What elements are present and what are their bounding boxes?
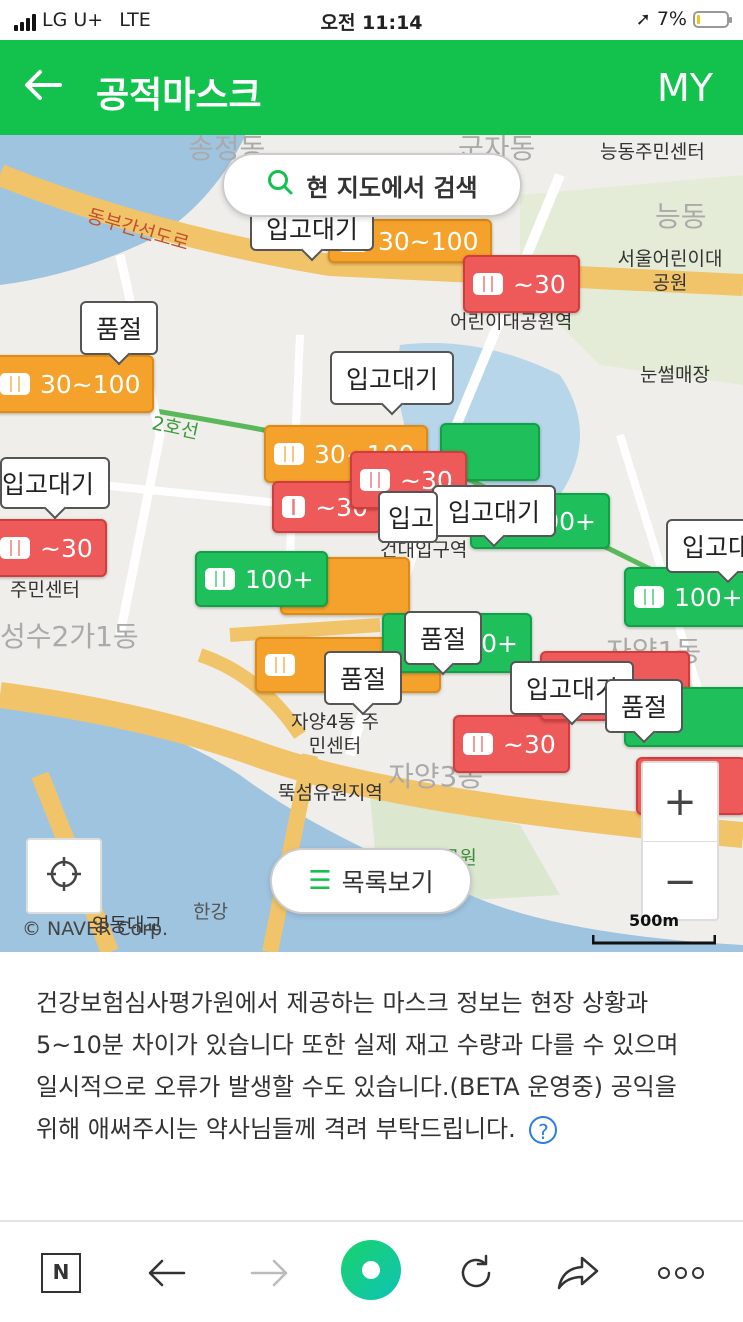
place-label: 서울어린이대공원: [617, 248, 723, 294]
green-dot-button[interactable]: [340, 1239, 402, 1301]
green-dot-icon: [341, 1240, 401, 1300]
pharmacy-marker[interactable]: ~30: [453, 715, 570, 773]
place-label: 능동: [655, 200, 707, 233]
battery-icon: [693, 10, 732, 28]
pharmacy-marker[interactable]: 품절: [324, 651, 403, 705]
status-bar: LG U+ LTE 오전 11:14 ➚ 7%: [0, 0, 743, 40]
pharmacy-marker[interactable]: 입고대기: [0, 457, 111, 509]
mask-icon: [205, 568, 235, 590]
location-arrow-icon: ➚: [635, 8, 651, 30]
place-label: 주민센터: [10, 579, 80, 601]
pharmacy-marker[interactable]: 품절: [605, 679, 684, 733]
current-location-button[interactable]: [26, 838, 102, 914]
zoom-control: + −: [641, 761, 719, 921]
pharmacy-marker[interactable]: 품절: [404, 611, 483, 665]
pharmacy-marker[interactable]: 입고대기: [330, 351, 455, 405]
zoom-in-button[interactable]: +: [643, 763, 717, 842]
mask-icon: [0, 373, 30, 395]
pharmacy-marker[interactable]: ~30: [463, 255, 580, 313]
mask-icon: [473, 273, 503, 295]
status-time: 오전 11:14: [320, 12, 423, 34]
list-view-button[interactable]: ☰ 목록보기: [270, 848, 472, 914]
pharmacy-marker[interactable]: 30~100: [0, 355, 155, 413]
more-button[interactable]: [655, 1247, 707, 1299]
pharmacy-marker[interactable]: ~30: [0, 519, 107, 577]
my-button[interactable]: MY: [657, 66, 713, 110]
mask-icon: [274, 443, 304, 465]
mask-icon: [634, 586, 664, 608]
refresh-icon: [461, 1254, 491, 1288]
more-dots-icon: [658, 1267, 704, 1279]
place-label: 눈썰매장: [640, 364, 710, 386]
forward-button[interactable]: [244, 1247, 296, 1299]
place-label: 자양4동 주민센터: [290, 711, 380, 757]
share-button[interactable]: [552, 1247, 604, 1299]
pharmacy-marker[interactable]: 품절: [80, 301, 159, 355]
app-header: 공적마스크 MY: [0, 40, 743, 135]
map-scale: 500m: [591, 911, 717, 949]
pharmacy-marker[interactable]: 입고대기: [378, 491, 438, 543]
search-icon: [266, 168, 294, 203]
mask-icon: [282, 496, 306, 518]
place-label: 한강: [193, 901, 228, 923]
mask-icon: [360, 469, 390, 491]
map-view[interactable]: 동부간선도로 송정동 군자동 능동주민센터 능동 서울어린이대공원 눈썰매장 어…: [0, 135, 743, 952]
crosshair-icon: [44, 854, 84, 898]
pharmacy-marker[interactable]: 100+: [195, 551, 328, 607]
refresh-button[interactable]: [450, 1247, 502, 1299]
mask-icon: [463, 733, 493, 755]
naver-home-button[interactable]: N: [38, 1247, 84, 1299]
pharmacy-marker[interactable]: 입고대기: [666, 519, 743, 573]
mask-icon: [0, 537, 30, 559]
place-label: 능동주민센터: [600, 141, 705, 163]
divider: [0, 1220, 743, 1222]
notice-text: 건강보험심사평가원에서 제공하는 마스크 정보는 현장 상황과 5~10분 차이…: [36, 989, 679, 1144]
mask-icon: [265, 654, 295, 676]
place-label: 뚝섬유원지역: [278, 782, 383, 804]
search-this-area-button[interactable]: 현 지도에서 검색: [222, 153, 522, 217]
battery-info: ➚ 7%: [635, 8, 732, 30]
back-arrow-icon[interactable]: [20, 62, 66, 115]
zoom-out-button[interactable]: −: [643, 843, 717, 921]
page-title: 공적마스크: [96, 75, 262, 116]
share-icon: [557, 1256, 599, 1290]
battery-percent: 7%: [656, 8, 687, 30]
help-icon[interactable]: ?: [529, 1116, 558, 1144]
scale-bar-icon: [591, 935, 717, 945]
arrow-right-icon: [250, 1259, 288, 1287]
pharmacy-marker[interactable]: 입고대기: [432, 485, 557, 537]
browser-toolbar: N: [0, 1225, 743, 1322]
naver-icon: N: [41, 1253, 81, 1293]
arrow-left-icon: [148, 1259, 186, 1287]
place-label: 성수2가1동: [0, 620, 139, 653]
back-button[interactable]: [140, 1247, 192, 1299]
map-copyright: © NAVER Corp.: [22, 918, 169, 940]
list-icon: ☰: [308, 866, 332, 896]
